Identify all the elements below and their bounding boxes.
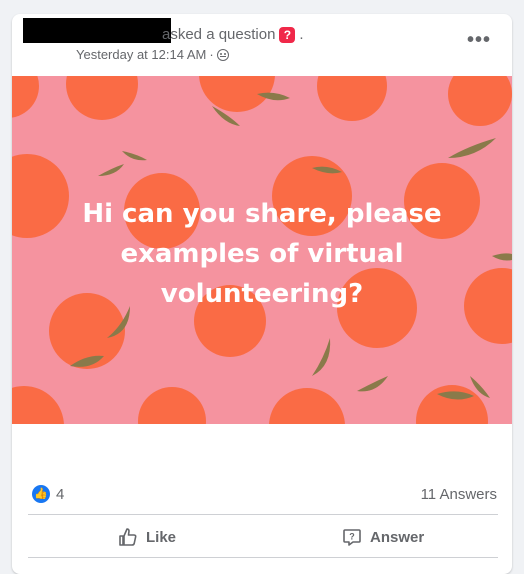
post-timestamp[interactable]: Yesterday at 12:14 AM xyxy=(76,47,206,62)
author-name-redacted[interactable] xyxy=(23,18,171,43)
post-action-text: asked a question ? . xyxy=(162,26,304,43)
post-header: asked a question ? . Yesterday at 12:14 … xyxy=(12,14,512,76)
more-options-icon[interactable]: ••• xyxy=(464,30,494,56)
like-label: Like xyxy=(146,528,177,546)
like-reaction-icon[interactable]: 👍 xyxy=(32,485,50,503)
post-card: asked a question ? . Yesterday at 12:14 … xyxy=(12,14,512,574)
meta-separator: · xyxy=(209,47,214,62)
like-button[interactable]: Like xyxy=(118,520,176,554)
answer-label: Answer xyxy=(370,528,425,546)
post-stats: 👍 4 11 Answers xyxy=(12,482,512,506)
like-count[interactable]: 4 xyxy=(56,486,64,503)
thumbs-up-icon xyxy=(119,528,137,546)
asked-suffix: . xyxy=(299,26,304,43)
question-banner[interactable]: Hi can you share, please examples of vir… xyxy=(12,76,512,424)
svg-text:?: ? xyxy=(349,532,355,542)
answers-count[interactable]: 11 Answers xyxy=(421,486,497,503)
divider xyxy=(28,514,498,515)
question-icon: ? xyxy=(279,26,296,43)
answer-button[interactable]: ? Answer xyxy=(342,520,424,554)
post-actions: Like ? Answer xyxy=(12,516,512,556)
globe-icon[interactable] xyxy=(216,48,229,61)
divider xyxy=(28,557,498,558)
banner-question-text: Hi can you share, please examples of vir… xyxy=(82,199,442,309)
answer-bubble-icon: ? xyxy=(343,529,361,546)
post-meta: Yesterday at 12:14 AM · xyxy=(76,47,229,62)
asked-label: asked a question xyxy=(162,26,276,43)
